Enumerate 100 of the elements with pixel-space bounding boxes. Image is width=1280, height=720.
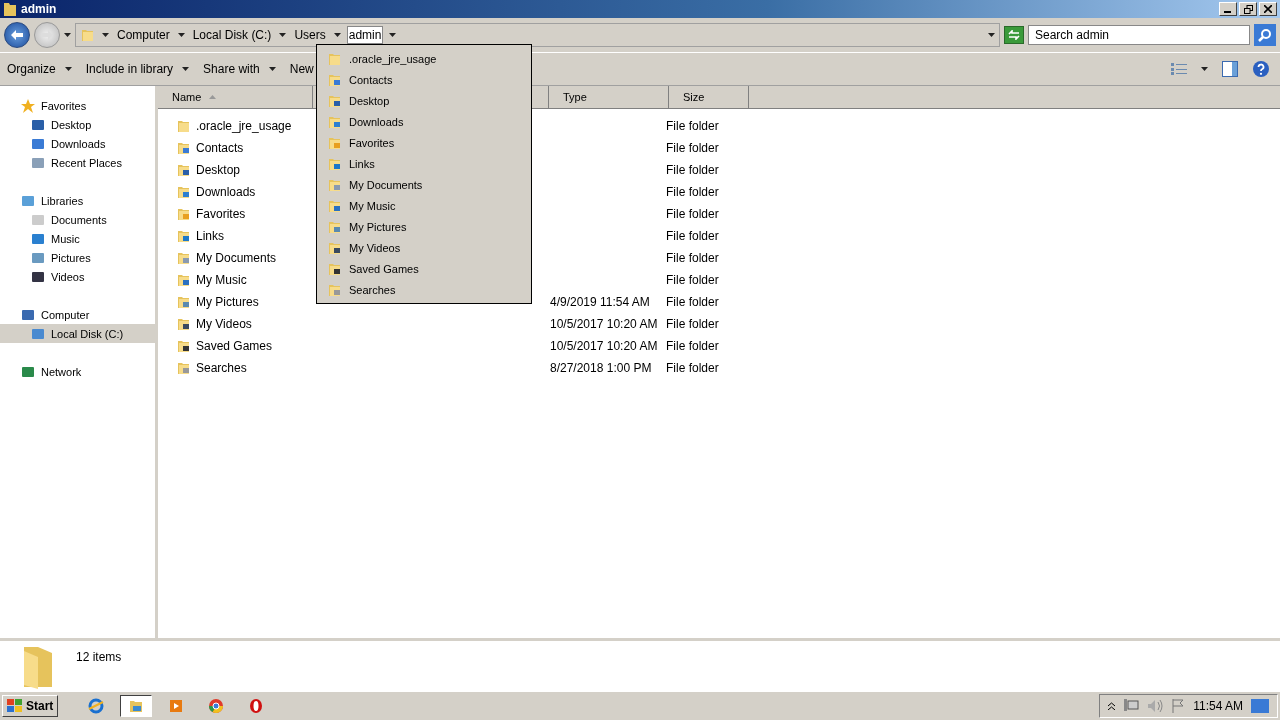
menu-item[interactable]: My Videos — [317, 237, 531, 258]
caret-icon — [182, 67, 190, 71]
sidebar-item[interactable]: Favorites — [0, 96, 155, 115]
folder-icon — [176, 140, 192, 156]
menu-item[interactable]: My Music — [317, 195, 531, 216]
menu-item[interactable]: My Pictures — [317, 216, 531, 237]
file-type: File folder — [666, 229, 720, 243]
sidebar-item[interactable]: Desktop — [0, 115, 155, 134]
file-name[interactable]: Searches — [196, 361, 247, 375]
menu-item[interactable]: Downloads — [317, 111, 531, 132]
caret-icon — [64, 67, 72, 71]
folder-icon — [176, 338, 192, 354]
breadcrumb[interactable]: admin — [346, 26, 384, 44]
date-modified: 10/5/2017 10:20 AM — [550, 317, 658, 331]
folder-icon — [3, 1, 17, 17]
sidebar-item[interactable]: Documents — [0, 210, 155, 229]
search-button[interactable] — [1254, 24, 1276, 46]
menu-item[interactable]: Contacts — [317, 69, 531, 90]
search-icon — [1258, 28, 1272, 42]
address-bar[interactable]: Computer Local Disk (C:) Users admin — [75, 23, 1000, 47]
sidebar-item[interactable]: Network — [0, 362, 155, 381]
toolbar-button[interactable]: Organize — [4, 58, 75, 80]
folder-icon — [176, 294, 192, 310]
sidebar-item[interactable]: Libraries — [0, 191, 155, 210]
toolbar-button[interactable]: Share with — [200, 58, 279, 80]
preview-pane-icon[interactable] — [1222, 61, 1238, 77]
windows-logo-icon — [7, 699, 23, 713]
sidebar-item[interactable]: Music — [0, 229, 155, 248]
folder-icon — [176, 118, 192, 134]
folder-icon — [128, 698, 145, 714]
sidebar-item[interactable]: Computer — [0, 305, 155, 324]
file-name[interactable]: Desktop — [196, 163, 241, 177]
date-modified: 10/5/2017 10:20 AM — [550, 339, 658, 353]
file-type: File folder — [666, 185, 720, 199]
file-type: File folder — [666, 251, 720, 265]
restore-button[interactable] — [1239, 2, 1257, 16]
refresh-icon — [1008, 30, 1020, 40]
window-title: admin — [21, 2, 57, 16]
media-player-icon — [168, 698, 185, 714]
file-name[interactable]: Favorites — [196, 207, 246, 221]
file-name[interactable]: My Videos — [196, 317, 252, 331]
file-type: File folder — [666, 273, 720, 287]
file-type: File folder — [666, 317, 720, 331]
browser-icon — [88, 698, 105, 714]
sidebar-item[interactable]: Pictures — [0, 248, 155, 267]
menu-item[interactable]: Links — [317, 153, 531, 174]
item-count: 12 items — [76, 649, 122, 664]
breadcrumb[interactable]: Users — [292, 26, 328, 44]
sidebar-item[interactable]: Videos — [0, 267, 155, 286]
file-name[interactable]: .oracle_jre_usage — [196, 119, 292, 133]
folder-icon — [80, 27, 96, 43]
back-button[interactable] — [4, 22, 30, 48]
close-button[interactable] — [1259, 2, 1277, 16]
date-modified: 8/27/2018 1:00 PM — [550, 361, 652, 375]
refresh-button[interactable] — [1004, 26, 1024, 44]
folder-icon — [176, 228, 192, 244]
file-name[interactable]: Saved Games — [196, 339, 273, 353]
file-name[interactable]: My Pictures — [196, 295, 259, 309]
file-type: File folder — [666, 361, 720, 375]
menu-item[interactable]: Saved Games — [317, 258, 531, 279]
toolbar-button[interactable]: Include in library — [82, 58, 193, 80]
search-field[interactable]: Search admin — [1028, 25, 1250, 45]
folder-icon — [176, 272, 192, 288]
chevron-icon[interactable] — [1108, 702, 1116, 710]
flag-icon[interactable] — [1171, 699, 1186, 713]
folder-icon — [176, 250, 192, 266]
file-name[interactable]: Downloads — [196, 185, 256, 199]
toolbar-button[interactable]: New — [286, 58, 317, 80]
minimize-button[interactable] — [1219, 2, 1237, 16]
opera-icon — [248, 698, 265, 714]
file-name[interactable]: My Documents — [196, 251, 277, 265]
folder-icon — [176, 316, 192, 332]
folder-icon — [176, 162, 192, 178]
help-icon[interactable] — [1252, 60, 1270, 78]
file-type: File folder — [666, 119, 720, 133]
file-name[interactable]: Links — [196, 229, 224, 243]
menu-item[interactable]: Searches — [317, 279, 531, 300]
sidebar-item[interactable]: Local Disk (C:) — [0, 324, 155, 343]
folder-icon — [176, 360, 192, 376]
taskbar-app[interactable] — [120, 695, 153, 717]
file-type: File folder — [666, 295, 720, 309]
menu-item[interactable]: My Documents — [317, 174, 531, 195]
file-type: File folder — [666, 207, 720, 221]
file-name[interactable]: My Music — [196, 273, 247, 287]
back-arrow-icon — [11, 30, 23, 40]
breadcrumb[interactable]: Computer — [115, 26, 172, 44]
star-icon — [20, 97, 36, 114]
sidebar-item[interactable]: Downloads — [0, 134, 155, 153]
menu-item[interactable]: Favorites — [317, 132, 531, 153]
restore-icon — [1243, 4, 1253, 14]
sidebar-item[interactable]: Recent Places — [0, 153, 155, 172]
breadcrumb[interactable]: Local Disk (C:) — [190, 26, 274, 44]
file-type: File folder — [666, 163, 720, 177]
caret-icon — [102, 33, 109, 37]
file-type: File folder — [666, 339, 720, 353]
menu-item[interactable]: .oracle_jre_usage — [317, 48, 531, 69]
chrome-icon — [208, 698, 225, 714]
start-button[interactable]: Start — [2, 695, 59, 717]
menu-item[interactable]: Desktop — [317, 90, 531, 111]
file-name[interactable]: Contacts — [196, 141, 244, 155]
